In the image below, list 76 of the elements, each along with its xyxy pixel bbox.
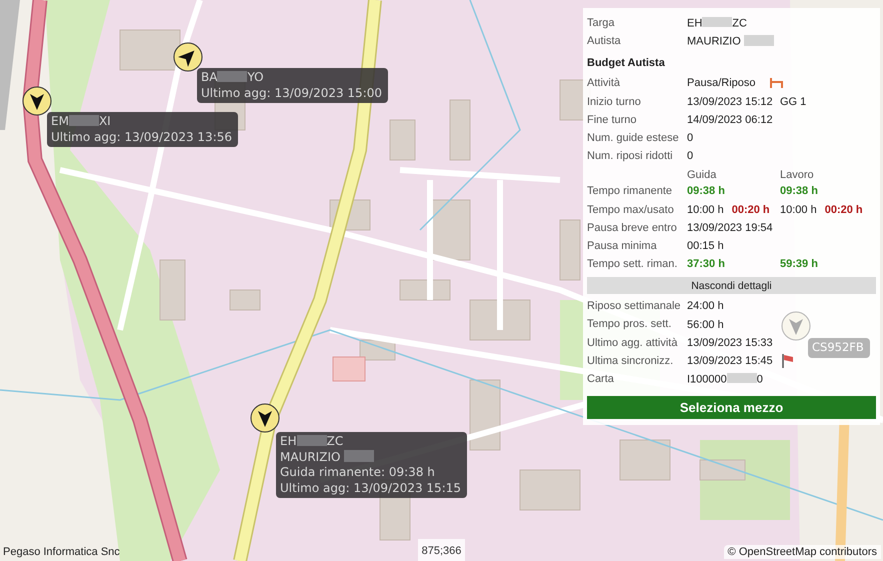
map-attribution: © OpenStreetMap contributors [724, 545, 881, 559]
column-heading: Guida [687, 168, 718, 182]
redaction-block [744, 35, 774, 46]
field-label: Autista [587, 34, 622, 50]
field-value: 09:38 h [780, 185, 818, 198]
redaction-block [296, 434, 327, 446]
field-value: 56:00 h [687, 318, 724, 331]
field-label: Pausa breve entro [587, 220, 678, 236]
vehicle-tooltip: EM XI Ultimo agg: 13/09/2023 13:56 [47, 112, 238, 147]
redaction-block [344, 450, 374, 462]
field-label: Tempo pros. sett. [587, 317, 672, 332]
redaction-block [702, 16, 732, 28]
vehicle-marker-icon[interactable] [250, 403, 280, 433]
field-value: Pausa/Riposo [687, 77, 756, 90]
field-value: MAURIZIO [687, 35, 774, 48]
building [160, 260, 186, 320]
field-value: 13/09/2023 15:45 [687, 354, 773, 367]
field-value: 10:00 h [780, 204, 817, 216]
flag-icon [780, 352, 795, 369]
select-vehicle-button[interactable]: Seleziona mezzo [587, 396, 876, 420]
field-label: Pausa minima [587, 238, 658, 254]
field-value: 13/09/2023 15:12 [687, 96, 773, 108]
building [620, 440, 670, 480]
field-label: Tempo sett. riman. [587, 257, 678, 272]
parking-area [332, 356, 366, 382]
field-label: Num. guide estese [587, 130, 680, 146]
vehicle-tooltip: CS952FB [808, 338, 870, 358]
field-value: 00:15 h [687, 240, 724, 252]
field-value: 00:20 h [732, 204, 770, 216]
field-label: Num. riposi ridotti [587, 149, 674, 164]
building [470, 300, 530, 340]
redaction-block [68, 114, 99, 126]
field-value: 59:39 h [780, 258, 818, 270]
field-value: GG 1 [780, 96, 806, 108]
building [230, 290, 260, 310]
building [120, 30, 180, 70]
coordinates-readout: 875;366 [418, 539, 465, 561]
field-value: 14/09/2023 06:12 [687, 114, 773, 126]
field-label: Ultimo agg. attività [587, 336, 678, 351]
field-label: Tempo rimanente [587, 184, 673, 200]
field-value: EH ZC [687, 16, 747, 30]
building [700, 460, 746, 480]
vehicle-tooltip: BA YO Ultimo agg: 13/09/2023 15:00 [197, 68, 388, 103]
field-value: 37:30 h [687, 258, 725, 270]
section-title: Budget Autista [587, 56, 666, 72]
hide-details-button[interactable]: Nascondi dettagli [587, 277, 876, 294]
redaction-block [217, 70, 248, 82]
field-label: Ultima sincronizz. [587, 354, 674, 369]
column-heading: Lavoro [780, 168, 815, 182]
field-label: Fine turno [587, 112, 638, 128]
field-value: 00:20 h [824, 204, 863, 216]
field-value: 13/09/2023 19:54 [687, 222, 773, 234]
field-label: Targa [587, 16, 616, 31]
field-label: Inizio turno [587, 94, 642, 110]
building [520, 470, 580, 510]
field-value: 0 [687, 132, 694, 144]
field-value: 13/09/2023 15:33 [687, 336, 773, 349]
field-label: Attività [587, 76, 622, 92]
field-label: Riposo settimanale [587, 299, 682, 314]
credit-text: Pegaso Informatica Snc [3, 546, 120, 558]
field-value: 24:00 h [687, 300, 724, 312]
field-value: 10:00 h [687, 204, 724, 216]
field-value: 0 [687, 150, 694, 162]
field-value: I100000 0 [687, 372, 763, 386]
building [390, 120, 416, 160]
field-label: Carta [587, 372, 615, 387]
vehicle-tooltip: EH ZC MAURIZIO Guida rimanente: 09:38 h Ultimo agg: 13/09/2023 15:15 [276, 432, 468, 498]
field-label: Tempo max/usato [587, 202, 675, 218]
building [560, 220, 580, 280]
vehicle-marker-icon[interactable] [173, 42, 203, 72]
building [450, 100, 470, 160]
field-value: 09:38 h [687, 185, 725, 198]
vehicle-marker-icon[interactable] [22, 86, 52, 116]
redaction-block [726, 372, 757, 384]
bed-icon [770, 77, 784, 90]
building [470, 380, 500, 450]
